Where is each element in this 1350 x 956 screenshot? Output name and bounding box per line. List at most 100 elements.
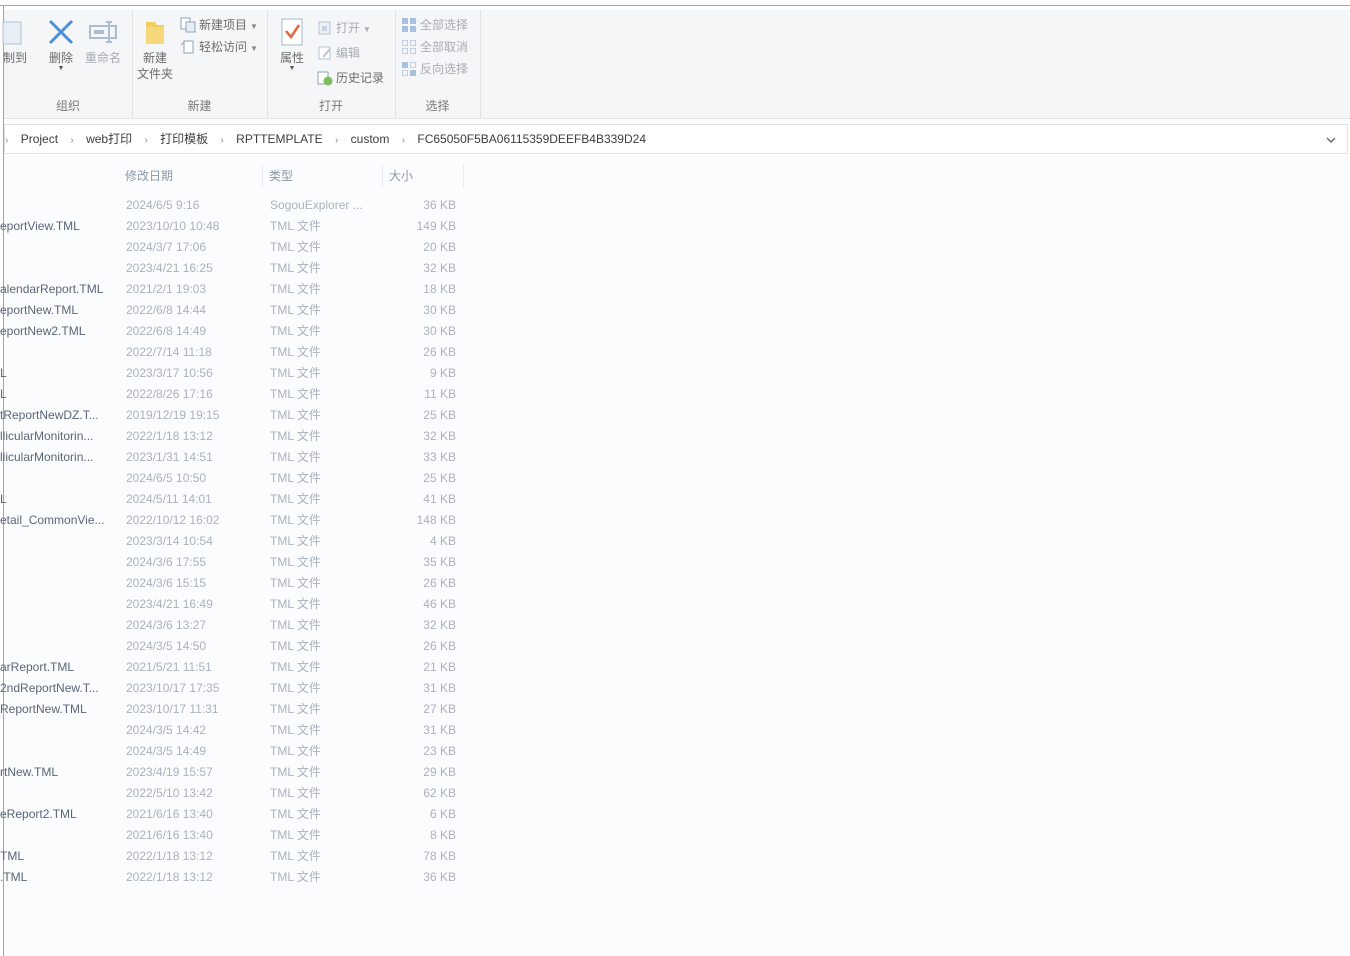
file-row[interactable]: 2024/3/6 15:15 TML 文件 26 KB <box>4 573 474 594</box>
file-row[interactable]: TML 2022/1/18 13:12 TML 文件 78 KB <box>0 846 474 867</box>
new-group: 新建 文件夹 新建项目 ▼ 轻松访问 ▼ 新建 <box>132 10 268 118</box>
select-group: 全部选择 全部取消 反向选择 选择 <box>395 10 481 118</box>
file-date: 2021/6/16 13:40 <box>126 807 213 821</box>
file-size: 8 KB <box>429 828 456 842</box>
file-date: 2024/3/5 14:49 <box>126 744 207 758</box>
file-size: 46 KB <box>423 597 456 611</box>
breadcrumb-separator-icon[interactable]: › <box>70 127 73 155</box>
file-row[interactable]: 2ndReportNew.T... 2023/10/17 17:35 TML 文件 3… <box>0 678 474 699</box>
file-size: 21 KB <box>423 660 456 674</box>
open-group: 属性 ▼ 打开 ▼ 编辑 历史记录 打开 <box>267 10 396 118</box>
delete-dropdown-caret[interactable]: ▼ <box>44 65 78 72</box>
column-header-date[interactable]: 修改日期 <box>119 165 263 187</box>
file-row[interactable]: .TML 2022/1/18 13:12 TML 文件 36 KB <box>0 867 474 888</box>
file-row[interactable]: 2023/4/21 16:25 TML 文件 32 KB <box>4 258 474 279</box>
file-row[interactable]: 2022/5/10 13:42 TML 文件 62 KB <box>4 783 474 804</box>
file-row[interactable]: llicularMonitorin... 2023/1/31 14:51 TML 文… <box>0 447 474 468</box>
file-size: 25 KB <box>423 408 456 422</box>
file-row[interactable]: etail_CommonVie... 2022/10/12 16:02 TML 文件… <box>0 510 474 531</box>
delete-button[interactable]: 删除 ▼ <box>44 16 78 72</box>
properties-button[interactable]: 属性 ▼ <box>275 16 309 72</box>
file-name: L <box>0 366 7 380</box>
breadcrumb-item[interactable]: custom <box>351 125 390 153</box>
file-row[interactable]: 2023/4/21 16:49 TML 文件 46 KB <box>4 594 474 615</box>
file-row[interactable]: 2024/3/7 17:06 TML 文件 20 KB <box>4 237 474 258</box>
file-type: TML 文件 <box>270 534 321 548</box>
file-row[interactable]: rtNew.TML 2023/4/19 15:57 TML 文件 29 KB <box>0 762 474 783</box>
file-row[interactable]: L 2023/3/17 10:56 TML 文件 9 KB <box>0 363 474 384</box>
file-row[interactable]: tReportNewDZ.T... 2019/12/19 19:15 TML 文件 2… <box>0 405 474 426</box>
file-type: SogouExplorer ... <box>270 198 363 212</box>
file-row[interactable]: 2022/7/14 11:18 TML 文件 26 KB <box>4 342 474 363</box>
file-row[interactable]: eportView.TML 2023/10/10 10:48 TML 文件 149 K… <box>0 216 474 237</box>
file-size: 26 KB <box>423 576 456 590</box>
file-size: 9 KB <box>429 366 456 380</box>
file-row[interactable]: arReport.TML 2021/5/21 11:51 TML 文件 21 KB <box>0 657 474 678</box>
file-size: 31 KB <box>423 723 456 737</box>
file-date: 2022/1/18 13:12 <box>126 849 213 863</box>
file-name: ReportNew.TML <box>0 702 87 716</box>
file-name: rtNew.TML <box>0 765 59 779</box>
properties-dropdown-caret[interactable]: ▼ <box>275 65 309 72</box>
open-button[interactable]: 打开 ▼ <box>317 18 371 38</box>
file-date: 2022/1/18 13:12 <box>126 429 213 443</box>
file-size: 31 KB <box>423 681 456 695</box>
select-all-button[interactable]: 全部选择 <box>401 15 468 35</box>
file-row[interactable]: 2024/3/5 14:42 TML 文件 31 KB <box>4 720 474 741</box>
file-date: 2024/3/5 14:50 <box>126 639 207 653</box>
file-size: 32 KB <box>423 261 456 275</box>
address-bar[interactable]: › Project › web打印 › 打印模板 › RPTTEMPLATE ›… <box>4 124 1348 154</box>
address-dropdown-chevron-icon[interactable] <box>1325 133 1337 145</box>
file-row[interactable]: eportNew.TML 2022/6/8 14:44 TML 文件 30 KB <box>0 300 474 321</box>
new-item-button[interactable]: 新建项目 ▼ <box>180 15 258 35</box>
file-row[interactable]: L 2022/8/26 17:16 TML 文件 11 KB <box>0 384 474 405</box>
file-row[interactable]: eReport2.TML 2021/6/16 13:40 TML 文件 6 KB <box>0 804 474 825</box>
breadcrumb-separator-icon[interactable]: › <box>144 127 147 155</box>
file-row[interactable]: 2024/3/6 17:55 TML 文件 35 KB <box>4 552 474 573</box>
file-date: 2024/3/6 17:55 <box>126 555 207 569</box>
new-folder-button[interactable]: 新建 文件夹 <box>136 16 174 82</box>
file-type: TML 文件 <box>270 723 321 737</box>
file-date: 2023/10/17 17:35 <box>126 681 220 695</box>
breadcrumb-separator-icon[interactable]: › <box>335 127 338 155</box>
file-row[interactable]: eportNew2.TML 2022/6/8 14:49 TML 文件 30 KB <box>0 321 474 342</box>
column-header-type[interactable]: 类型 <box>263 165 383 187</box>
file-type: TML 文件 <box>270 219 321 233</box>
file-row[interactable]: 2023/3/14 10:54 TML 文件 4 KB <box>4 531 474 552</box>
invert-selection-button[interactable]: 反向选择 <box>401 59 468 79</box>
file-name: etail_CommonVie... <box>0 513 105 527</box>
copy-to-button[interactable]: 制到 <box>0 16 32 66</box>
breadcrumb-item[interactable]: web打印 <box>86 125 132 153</box>
file-row[interactable]: 2024/3/6 13:27 TML 文件 32 KB <box>4 615 474 636</box>
file-row[interactable]: 2021/6/16 13:40 TML 文件 8 KB <box>4 825 474 846</box>
file-type: TML 文件 <box>270 429 321 443</box>
history-button[interactable]: 历史记录 <box>317 68 384 88</box>
easy-access-button[interactable]: 轻松访问 ▼ <box>180 37 258 57</box>
file-size: 23 KB <box>423 744 456 758</box>
file-row[interactable]: 2024/3/5 14:50 TML 文件 26 KB <box>4 636 474 657</box>
edit-button[interactable]: 编辑 <box>317 43 360 63</box>
file-size: 11 KB <box>424 387 456 401</box>
breadcrumb: › Project › web打印 › 打印模板 › RPTTEMPLATE ›… <box>5 125 649 153</box>
column-header-size[interactable]: 大小 <box>383 165 464 187</box>
file-row[interactable]: 2024/6/5 9:16 SogouExplorer ... 36 KB <box>4 195 474 216</box>
file-size: 26 KB <box>423 639 456 653</box>
rename-button[interactable]: 重命名 <box>84 16 122 66</box>
file-row[interactable]: L 2024/5/11 14:01 TML 文件 41 KB <box>0 489 474 510</box>
file-type: TML 文件 <box>270 303 321 317</box>
file-date: 2022/6/8 14:44 <box>126 303 207 317</box>
file-row[interactable]: 2024/3/5 14:49 TML 文件 23 KB <box>4 741 474 762</box>
breadcrumb-item[interactable]: RPTTEMPLATE <box>236 125 322 153</box>
file-name: llicularMonitorin... <box>0 429 94 443</box>
open-icon <box>317 20 333 36</box>
file-row[interactable]: llicularMonitorin... 2022/1/18 13:12 TML 文… <box>0 426 474 447</box>
select-none-button[interactable]: 全部取消 <box>401 37 468 57</box>
breadcrumb-separator-icon[interactable]: › <box>220 127 223 155</box>
file-row[interactable]: alendarReport.TML 2021/2/1 19:03 TML 文件 18 … <box>0 279 474 300</box>
file-row[interactable]: 2024/6/5 10:50 TML 文件 25 KB <box>4 468 474 489</box>
breadcrumb-item[interactable]: FC65050F5BA06115359DEEFB4B339D24 <box>417 125 646 153</box>
file-row[interactable]: ReportNew.TML 2023/10/17 11:31 TML 文件 27 KB <box>0 699 474 720</box>
breadcrumb-separator-icon[interactable]: › <box>402 127 405 155</box>
breadcrumb-item[interactable]: 打印模板 <box>160 125 208 153</box>
breadcrumb-item[interactable]: Project <box>21 125 58 153</box>
